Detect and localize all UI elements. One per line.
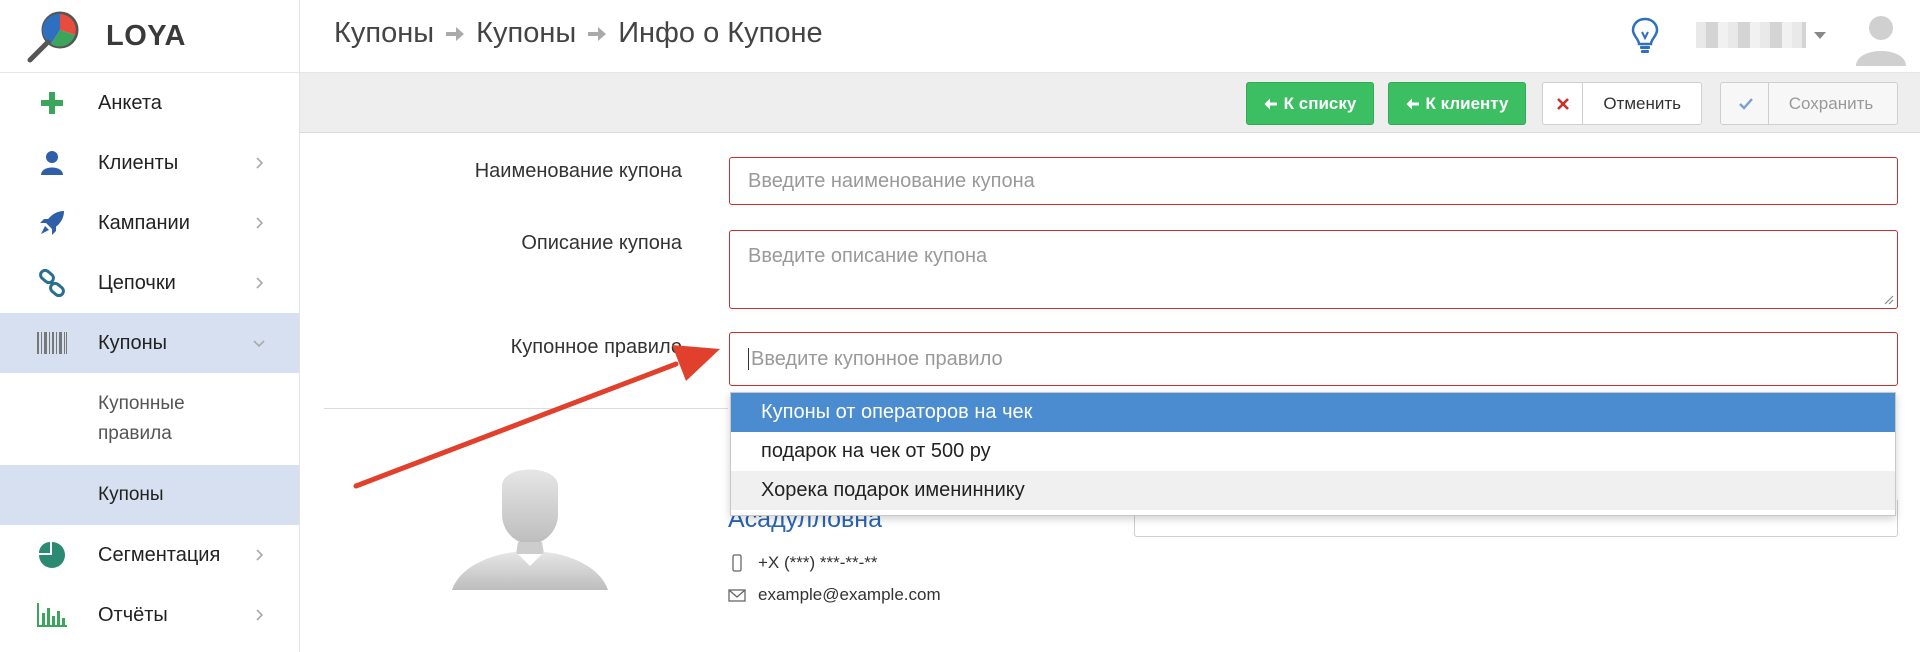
chevron-right-icon	[256, 157, 264, 169]
dropdown-option[interactable]: Купоны от операторов на чек	[731, 393, 1895, 432]
coupon-rule-input[interactable]: Введите купонное правило	[729, 332, 1898, 386]
breadcrumb: Купоны Купоны Инфо о Купоне	[334, 17, 823, 50]
header: Купоны Купоны Инфо о Купоне	[300, 0, 1920, 73]
caret-down-icon[interactable]	[1814, 32, 1826, 39]
lightbulb-icon[interactable]	[1630, 16, 1660, 56]
sidebar-item-label: Кампании	[98, 211, 190, 234]
breadcrumb-item-coupons-list[interactable]: Купоны	[476, 17, 576, 50]
arrow-right-icon	[446, 26, 465, 41]
toolbar: К списку К клиенту Отменить Сохранить	[300, 73, 1920, 133]
to-list-button[interactable]: К списку	[1246, 82, 1374, 125]
sidebar-item-label: Отчёты	[98, 603, 168, 626]
user-icon	[34, 145, 70, 181]
link-icon	[34, 265, 70, 301]
avatar[interactable]	[1852, 8, 1910, 66]
app: LOYA Анкета Клиенты Кампании Цепочки Куп…	[0, 0, 1920, 652]
coupon-rule-label: Купонное правило	[510, 336, 682, 358]
envelope-icon	[728, 589, 746, 602]
user-name-blurred[interactable]	[1696, 22, 1806, 48]
coupon-name-placeholder: Введите наименование купона	[748, 169, 1035, 192]
sidebar-subitem-coupon-rules[interactable]: Купонные правила	[0, 373, 299, 465]
sidebar-item-segmentation[interactable]: Сегментация	[0, 525, 299, 585]
breadcrumb-item-current: Инфо о Купоне	[618, 17, 823, 49]
rocket-icon	[34, 205, 70, 241]
chevron-right-icon	[256, 277, 264, 289]
dropdown-option[interactable]: подарок на чек от 500 ру	[731, 432, 1895, 471]
bar-chart-icon	[34, 597, 70, 633]
phone-icon	[732, 554, 742, 572]
resize-handle-icon[interactable]	[1882, 293, 1894, 305]
logo-text: LOYA	[106, 19, 186, 52]
coupon-description-label: Описание купона	[521, 232, 682, 254]
sidebar-item-clients[interactable]: Клиенты	[0, 133, 299, 193]
to-client-button[interactable]: К клиенту	[1388, 82, 1526, 125]
sidebar-subitem-coupons[interactable]: Купоны	[0, 465, 299, 525]
breadcrumb-item-coupons[interactable]: Купоны	[334, 17, 434, 50]
sidebar-item-label: Цепочки	[98, 271, 176, 294]
chevron-right-icon	[256, 609, 264, 621]
sidebar-nav: Анкета Клиенты Кампании Цепочки Купоны К…	[0, 73, 299, 645]
sidebar-item-coupons[interactable]: Купоны	[0, 313, 299, 373]
chevron-down-icon	[253, 340, 265, 348]
coupon-description-textarea[interactable]: Введите описание купона	[729, 230, 1898, 309]
arrow-left-icon	[1406, 98, 1419, 109]
text-cursor	[748, 348, 749, 370]
sidebar-item-label: Сегментация	[98, 543, 221, 566]
sidebar-item-campaigns[interactable]: Кампании	[0, 193, 299, 253]
sidebar-item-questionnaire[interactable]: Анкета	[0, 73, 299, 133]
sidebar-item-label: Клиенты	[98, 151, 179, 174]
client-email: example@example.com	[728, 585, 941, 605]
barcode-icon	[34, 325, 70, 361]
section-divider	[324, 408, 728, 409]
sidebar: LOYA Анкета Клиенты Кампании Цепочки Куп…	[0, 0, 300, 652]
check-icon	[1725, 83, 1769, 124]
close-icon	[1543, 83, 1584, 124]
sidebar-subitem-label: Купоны	[98, 484, 164, 505]
client-avatar	[452, 469, 608, 590]
chevron-right-icon	[256, 217, 264, 229]
coupon-rule-placeholder: Введите купонное правило	[751, 347, 1003, 370]
arrow-right-icon	[588, 26, 607, 41]
client-phone: +X (***) ***-**-**	[728, 553, 878, 573]
chevron-right-icon	[256, 549, 264, 561]
coupon-description-placeholder: Введите описание купона	[748, 245, 988, 267]
logo-icon	[27, 11, 79, 63]
sidebar-item-label: Анкета	[98, 91, 162, 114]
logo[interactable]: LOYA	[0, 0, 299, 73]
cancel-button[interactable]: Отменить	[1542, 82, 1702, 125]
coupon-rule-dropdown: Купоны от операторов на чек подарок на ч…	[730, 392, 1896, 516]
arrow-left-icon	[1264, 98, 1277, 109]
sidebar-item-reports[interactable]: Отчёты	[0, 585, 299, 645]
dropdown-option[interactable]: Хорека подарок имениннику	[731, 471, 1895, 510]
coupon-name-label: Наименование купона	[474, 160, 682, 182]
sidebar-item-label: Купоны	[98, 331, 168, 354]
save-button[interactable]: Сохранить	[1720, 82, 1898, 125]
pie-chart-icon	[34, 537, 70, 573]
coupon-name-input[interactable]: Введите наименование купона	[729, 157, 1898, 205]
sidebar-subitem-label: Купонные правила	[98, 393, 185, 444]
sidebar-item-chains[interactable]: Цепочки	[0, 253, 299, 313]
plus-icon	[34, 85, 70, 121]
